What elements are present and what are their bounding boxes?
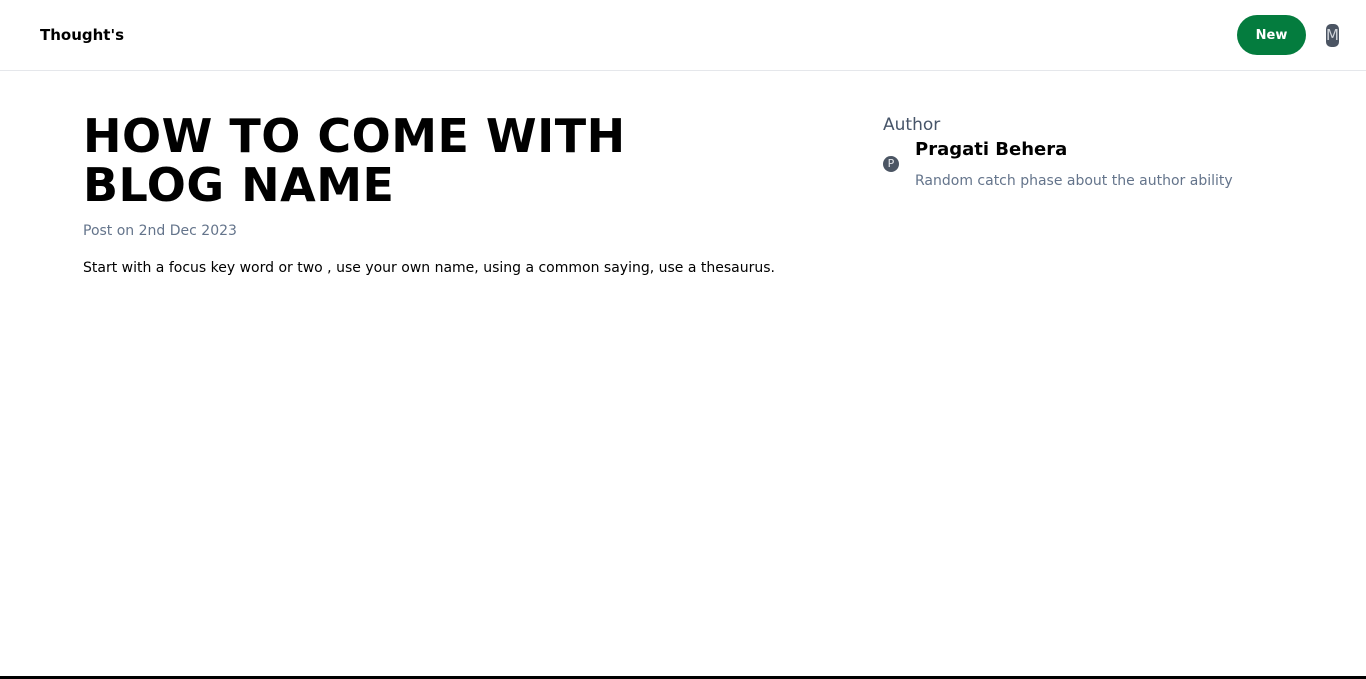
author-name: Pragati Behera [915,139,1068,160]
brand-logo[interactable]: Thought's [40,26,124,44]
post-date: Post on 2nd Dec 2023 [83,223,237,239]
author-avatar: P [883,156,899,172]
top-nav-bar: Thought's New M [0,0,1366,71]
post-body: Start with a focus key word or two , use… [83,260,775,276]
post-title: HOW TO COME WITH BLOG NAME [83,109,626,212]
top-nav-actions: New M [1237,15,1339,55]
blog-post: HOW TO COME WITH BLOG NAME Post on 2nd D… [83,109,783,277]
author-heading: Author [883,115,941,135]
author-tagline: Random catch phase about the author abil… [915,173,1233,189]
user-avatar[interactable]: M [1326,23,1339,47]
author-info: Pragati Behera Random catch phase about … [915,139,1233,189]
author-panel: Author P Pragati Behera Random catch pha… [883,115,1303,189]
author-card: P Pragati Behera Random catch phase abou… [883,139,1303,189]
new-post-button[interactable]: New [1237,15,1306,55]
